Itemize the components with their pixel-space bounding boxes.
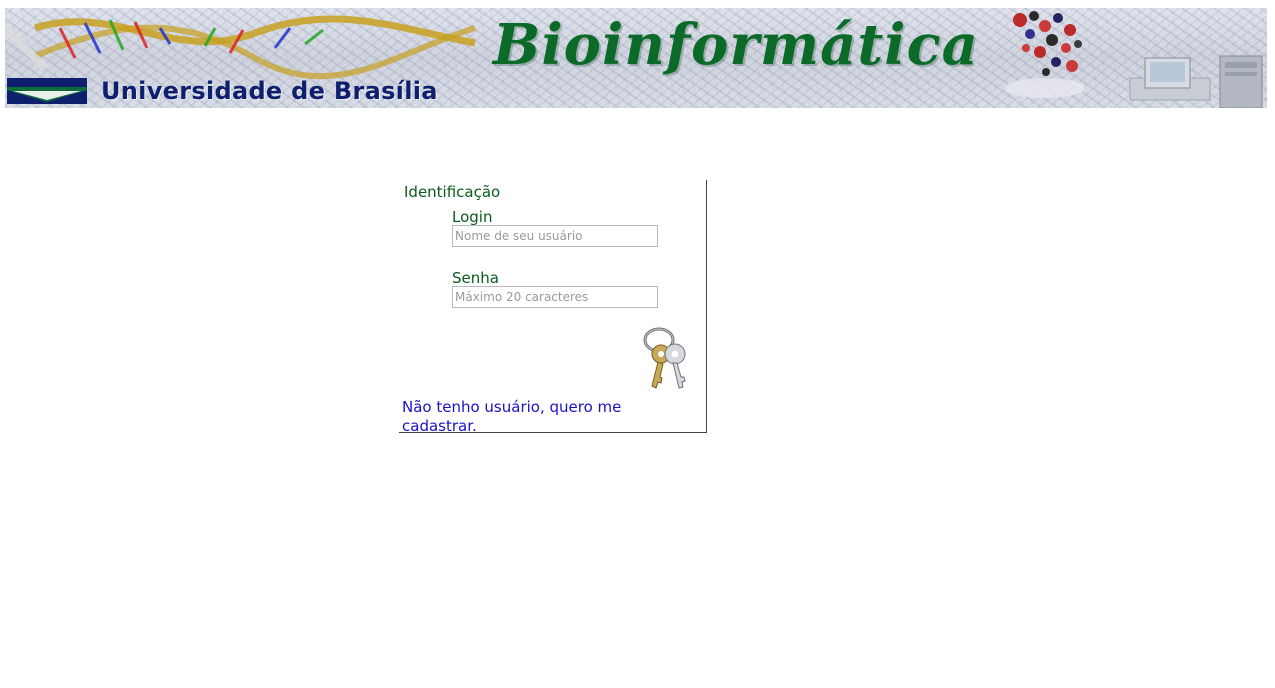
keys-icon[interactable] [639, 326, 691, 392]
page: Universidade de Brasília Bioinformática [0, 0, 1275, 688]
login-legend: Identificação [404, 183, 501, 201]
university-name: Universidade de Brasília [101, 77, 438, 105]
login-label: Login [452, 208, 493, 226]
password-input[interactable] [452, 286, 658, 308]
molecule-graphic [1005, 11, 1085, 98]
login-form: Identificação Login Senha Não tenho usuá… [399, 180, 707, 436]
password-label: Senha [452, 269, 499, 287]
register-link[interactable]: Não tenho usuário, quero me cadastrar. [402, 398, 682, 436]
header-banner: Universidade de Brasília Bioinformática [5, 8, 1267, 108]
login-input[interactable] [452, 225, 658, 247]
computer-graphic [1129, 55, 1263, 108]
bioinformatica-title: Bioinformática [493, 12, 979, 78]
unb-logo-icon [7, 78, 87, 104]
